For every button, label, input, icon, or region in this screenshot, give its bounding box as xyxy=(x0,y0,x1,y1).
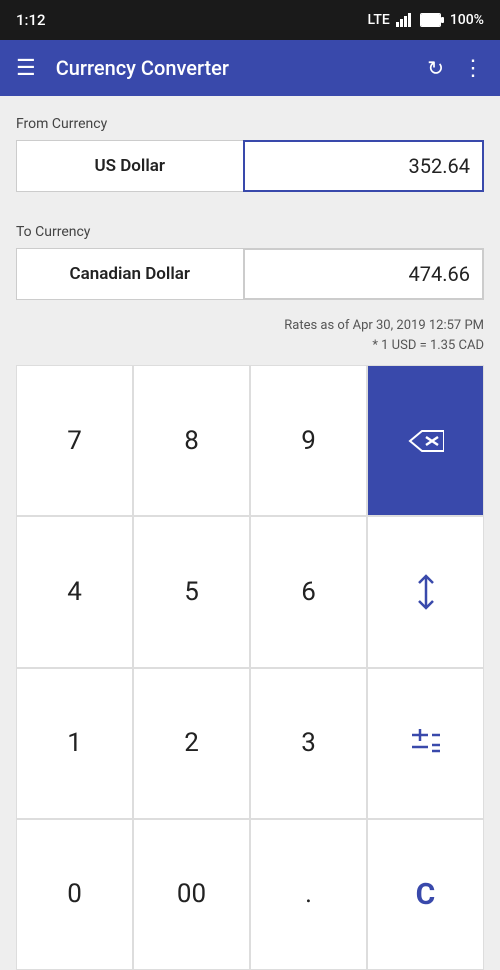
refresh-button[interactable]: ↻ xyxy=(427,56,444,80)
key-5[interactable]: 5 xyxy=(133,516,250,667)
to-currency-name: Canadian Dollar xyxy=(70,264,191,284)
status-bar: 1:12 LTE 100% xyxy=(0,0,500,40)
to-currency-picker[interactable]: Canadian Dollar xyxy=(16,248,243,300)
signal-icon xyxy=(396,13,414,27)
rates-line1: Rates as of Apr 30, 2019 12:57 PM xyxy=(16,316,484,336)
from-label: From Currency xyxy=(16,116,484,132)
to-label: To Currency xyxy=(16,224,484,240)
key-swap[interactable] xyxy=(367,516,484,667)
backspace-icon xyxy=(408,427,444,455)
from-row: US Dollar 352.64 xyxy=(16,140,484,192)
app-title: Currency Converter xyxy=(56,56,428,80)
from-currency-section: From Currency US Dollar 352.64 xyxy=(16,116,484,192)
to-value-display: 474.66 xyxy=(243,248,485,300)
swap-icon xyxy=(411,574,441,610)
key-decimal[interactable]: . xyxy=(250,819,367,970)
keypad: 7 8 9 4 5 6 1 2 3 xyxy=(16,365,484,970)
key-3[interactable]: 3 xyxy=(250,668,367,819)
key-clear[interactable]: C xyxy=(367,819,484,970)
rates-info: Rates as of Apr 30, 2019 12:57 PM * 1 US… xyxy=(16,316,484,355)
from-currency-name: US Dollar xyxy=(94,156,165,176)
key-7[interactable]: 7 xyxy=(16,365,133,516)
key-6[interactable]: 6 xyxy=(250,516,367,667)
status-right: LTE 100% xyxy=(368,12,485,28)
key-backspace[interactable] xyxy=(367,365,484,516)
key-operations[interactable] xyxy=(367,668,484,819)
content-area: From Currency US Dollar 352.64 To Curren… xyxy=(0,96,500,970)
status-battery: 100% xyxy=(450,12,484,28)
key-9[interactable]: 9 xyxy=(250,365,367,516)
to-amount: 474.66 xyxy=(409,262,470,286)
key-8[interactable]: 8 xyxy=(133,365,250,516)
status-time: 1:12 xyxy=(16,11,46,29)
from-value-display[interactable]: 352.64 xyxy=(243,140,485,192)
key-4[interactable]: 4 xyxy=(16,516,133,667)
key-0[interactable]: 0 xyxy=(16,819,133,970)
toolbar: ☰ Currency Converter ↻ ⋮ xyxy=(0,40,500,96)
to-currency-section: To Currency Canadian Dollar 474.66 xyxy=(16,224,484,300)
battery-icon xyxy=(420,13,444,27)
key-1[interactable]: 1 xyxy=(16,668,133,819)
status-network: LTE xyxy=(368,12,390,28)
toolbar-actions: ↻ ⋮ xyxy=(427,56,484,81)
key-00[interactable]: 00 xyxy=(133,819,250,970)
from-currency-picker[interactable]: US Dollar xyxy=(16,140,243,192)
key-2[interactable]: 2 xyxy=(133,668,250,819)
rates-line2: * 1 USD = 1.35 CAD xyxy=(16,336,484,356)
to-row: Canadian Dollar 474.66 xyxy=(16,248,484,300)
menu-button[interactable]: ☰ xyxy=(16,56,36,81)
more-button[interactable]: ⋮ xyxy=(462,56,484,81)
from-amount: 352.64 xyxy=(409,154,470,178)
operations-icon xyxy=(408,725,444,761)
